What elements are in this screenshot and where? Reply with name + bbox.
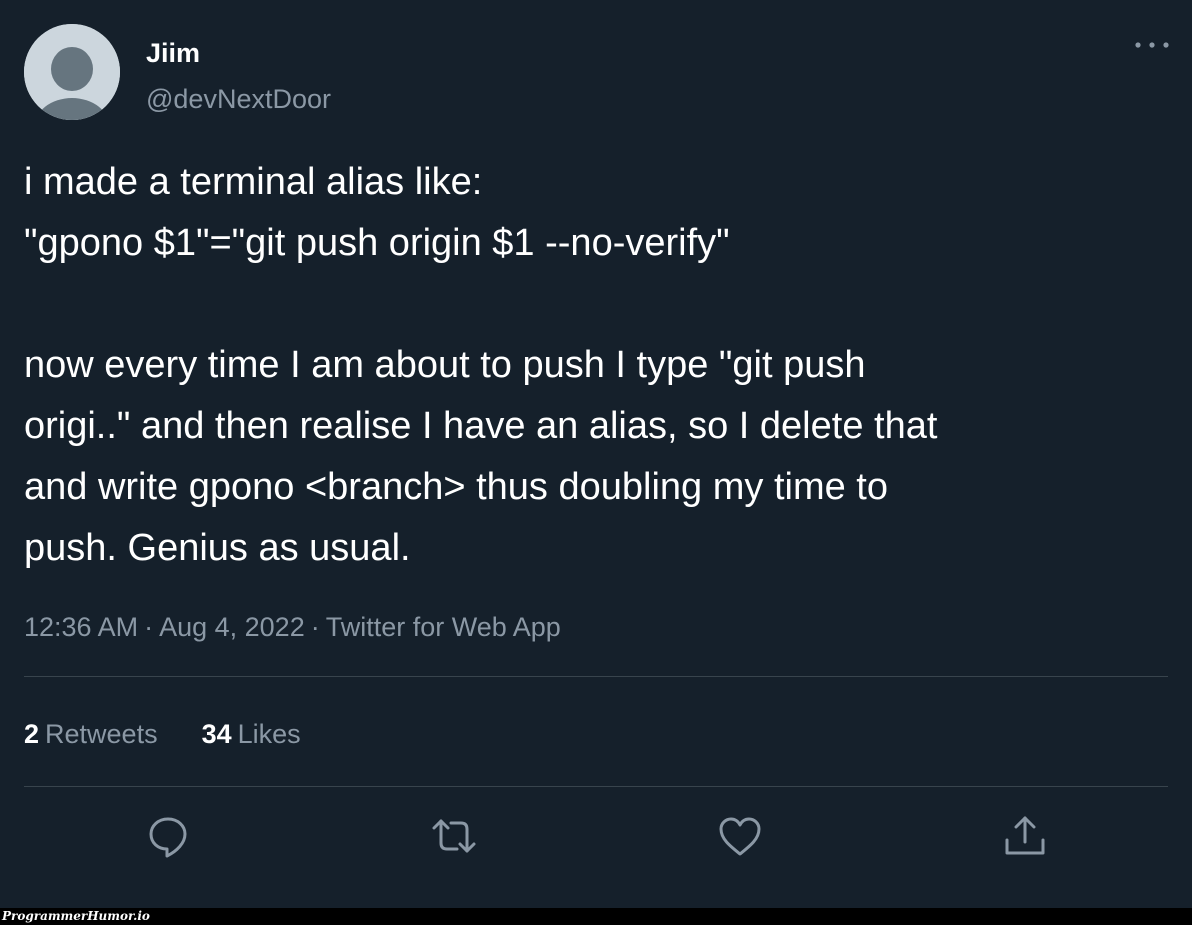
- meta-separator: ·: [310, 612, 320, 642]
- author-block: Jiim @devNextDoor: [146, 36, 331, 116]
- avatar[interactable]: [24, 24, 120, 120]
- display-name[interactable]: Jiim: [146, 36, 331, 70]
- tweet-time[interactable]: 12:36 AM: [24, 612, 138, 642]
- retweets-label: Retweets: [45, 719, 158, 749]
- divider: [24, 676, 1168, 677]
- reply-icon: [149, 817, 187, 858]
- meta-separator: ·: [144, 612, 154, 642]
- tweet-text-line: "gpono $1"="git push origin $1 --no-veri…: [24, 222, 730, 264]
- retweets-stat[interactable]: 2 Retweets: [24, 716, 158, 752]
- like-icon: [719, 817, 761, 856]
- tweet-source[interactable]: Twitter for Web App: [326, 612, 561, 642]
- default-profile-icon: [24, 24, 120, 120]
- tweet-text-line: now every time I am about to push I type…: [24, 344, 866, 386]
- tweet-text-line: and write gpono <branch> thus doubling m…: [24, 466, 888, 508]
- retweet-button[interactable]: [430, 812, 478, 860]
- share-button[interactable]: [1001, 812, 1049, 860]
- tweet-stats: 2 Retweets 34 Likes: [24, 716, 345, 752]
- likes-label: Likes: [237, 719, 301, 749]
- reply-button[interactable]: [144, 812, 192, 860]
- tweet-text: i made a terminal alias like: "gpono $1"…: [24, 152, 1164, 579]
- watermark-bar: ProgrammerHumor.io: [0, 908, 1192, 925]
- tweet-card: Jiim @devNextDoor i made a terminal alia…: [0, 0, 1192, 908]
- likes-stat[interactable]: 34 Likes: [202, 716, 301, 752]
- tweet-meta: 12:36 AM · Aug 4, 2022 · Twitter for Web App: [24, 609, 561, 645]
- more-options-button[interactable]: [1132, 30, 1172, 60]
- like-button[interactable]: [716, 812, 764, 860]
- share-icon: [1005, 816, 1045, 855]
- retweet-icon: [432, 819, 476, 853]
- more-horizontal-icon: [1135, 42, 1169, 48]
- watermark-text: ProgrammerHumor.io: [2, 909, 150, 923]
- user-handle[interactable]: @devNextDoor: [146, 82, 331, 116]
- likes-count: 34: [201, 719, 232, 749]
- tweet-date[interactable]: Aug 4, 2022: [159, 612, 305, 642]
- tweet-text-line: origi.." and then realise I have an alia…: [24, 405, 938, 447]
- retweets-count: 2: [24, 719, 40, 749]
- divider: [24, 786, 1168, 787]
- tweet-text-line: push. Genius as usual.: [24, 527, 411, 569]
- tweet-text-line: i made a terminal alias like:: [24, 161, 483, 203]
- tweet-text-blank-line: [24, 274, 1164, 335]
